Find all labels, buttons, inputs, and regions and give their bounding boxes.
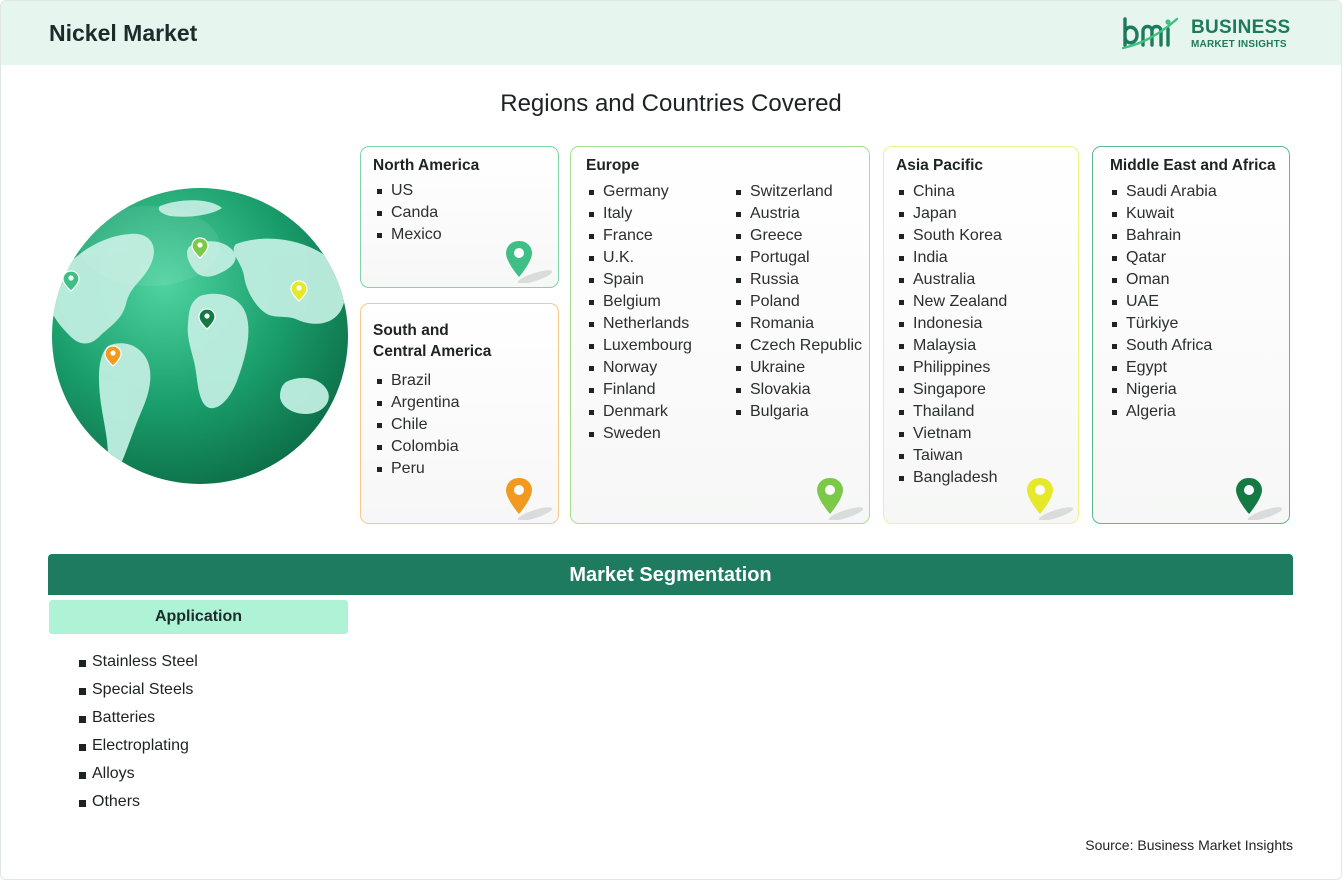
- segmentation-header: Market Segmentation: [48, 554, 1293, 595]
- country-item: Bangladesh: [897, 467, 1007, 489]
- country-item: Japan: [897, 203, 1007, 225]
- application-list: Stainless Steel Special Steels Batteries…: [78, 648, 198, 816]
- region-card-south-central-america: South and Central America Brazil Argenti…: [360, 303, 559, 524]
- country-item: Czech Republic: [734, 335, 862, 357]
- country-item: Saudi Arabia: [1110, 181, 1217, 203]
- page-title: Nickel Market: [49, 20, 198, 46]
- country-item: Italy: [587, 203, 692, 225]
- country-item: Colombia: [375, 436, 460, 458]
- country-item: Oman: [1110, 269, 1217, 291]
- country-item: Qatar: [1110, 247, 1217, 269]
- country-item: Austria: [734, 203, 862, 225]
- country-item: Switzerland: [734, 181, 862, 203]
- list-item: Special Steels: [78, 676, 198, 704]
- country-list: Brazil Argentina Chile Colombia Peru: [375, 370, 460, 480]
- region-title: Middle East and Africa: [1110, 157, 1276, 174]
- region-card-asia-pacific: Asia Pacific China Japan South Korea Ind…: [883, 146, 1079, 524]
- source-note: Source: Business Market Insights: [1085, 837, 1293, 853]
- country-item: US: [375, 180, 442, 202]
- country-item: Philippines: [897, 357, 1007, 379]
- country-item: Kuwait: [1110, 203, 1217, 225]
- country-item: China: [897, 181, 1007, 203]
- header: Nickel Market BUSINESS MARKET INSIGHTS: [1, 1, 1341, 65]
- map-pin-icon: [506, 478, 553, 520]
- country-list-col2: Switzerland Austria Greece Portugal Russ…: [734, 181, 862, 423]
- country-item: Ukraine: [734, 357, 862, 379]
- country-item: Taiwan: [897, 445, 1007, 467]
- tab-application[interactable]: Application: [49, 600, 348, 634]
- logo-line2: MARKET INSIGHTS: [1191, 39, 1287, 50]
- country-item: Romania: [734, 313, 862, 335]
- country-item: Poland: [734, 291, 862, 313]
- region-title: South and Central America: [373, 320, 491, 362]
- region-title-line2: Central America: [373, 343, 492, 360]
- country-list: US Canda Mexico: [375, 180, 442, 246]
- list-item: Stainless Steel: [78, 648, 198, 676]
- country-item: Bahrain: [1110, 225, 1217, 247]
- section-title: Regions and Countries Covered: [500, 90, 842, 117]
- country-item: Nigeria: [1110, 379, 1217, 401]
- country-item: France: [587, 225, 692, 247]
- region-title: Asia Pacific: [896, 157, 984, 174]
- country-item: India: [897, 247, 1007, 269]
- region-card-north-america: North America US Canda Mexico: [360, 146, 559, 288]
- country-item: U.K.: [587, 247, 692, 269]
- country-item: Slovakia: [734, 379, 862, 401]
- country-item: Argentina: [375, 392, 460, 414]
- country-list-col1: Germany Italy France U.K. Spain Belgium …: [587, 181, 692, 445]
- country-list: Saudi Arabia Kuwait Bahrain Qatar Oman U…: [1110, 181, 1217, 423]
- country-item: Luxembourg: [587, 335, 692, 357]
- country-item: South Korea: [897, 225, 1007, 247]
- bmi-logo-icon: [1121, 17, 1179, 50]
- region-card-europe: Europe Germany Italy France U.K. Spain B…: [570, 146, 870, 524]
- country-item: Russia: [734, 269, 862, 291]
- region-card-middle-east-africa: Middle East and Africa Saudi Arabia Kuwa…: [1092, 146, 1290, 524]
- map-pin-icon: [1027, 478, 1074, 520]
- country-item: Portugal: [734, 247, 862, 269]
- region-title: North America: [373, 157, 480, 174]
- country-item: Spain: [587, 269, 692, 291]
- country-item: South Africa: [1110, 335, 1217, 357]
- segmentation-title: Market Segmentation: [569, 564, 772, 586]
- country-item: Vietnam: [897, 423, 1007, 445]
- country-list: China Japan South Korea India Australia …: [897, 181, 1007, 489]
- country-item: Finland: [587, 379, 692, 401]
- globe-illustration: [50, 186, 350, 486]
- country-item: Mexico: [375, 224, 442, 246]
- country-item: Greece: [734, 225, 862, 247]
- country-item: Indonesia: [897, 313, 1007, 335]
- country-item: Algeria: [1110, 401, 1217, 423]
- tab-application-label: Application: [154, 608, 243, 625]
- country-item: UAE: [1110, 291, 1217, 313]
- country-item: Egypt: [1110, 357, 1217, 379]
- map-pin-icon: [817, 478, 864, 520]
- logo-line1: BUSINESS: [1191, 17, 1291, 38]
- list-item: Electroplating: [78, 732, 198, 760]
- country-item: Germany: [587, 181, 692, 203]
- country-item: Bulgaria: [734, 401, 862, 423]
- region-title-line1: South and: [373, 322, 449, 339]
- country-item: Malaysia: [897, 335, 1007, 357]
- country-item: Chile: [375, 414, 460, 436]
- map-pin-icon: [506, 241, 553, 283]
- list-item: Alloys: [78, 760, 198, 788]
- bmi-logo: BUSINESS MARKET INSIGHTS: [1121, 15, 1299, 55]
- country-item: Singapore: [897, 379, 1007, 401]
- list-item: Batteries: [78, 704, 198, 732]
- country-item: Australia: [897, 269, 1007, 291]
- map-pin-icon: [1236, 478, 1283, 520]
- country-item: Peru: [375, 458, 460, 480]
- region-title: Europe: [586, 157, 640, 174]
- country-item: Sweden: [587, 423, 692, 445]
- country-item: Thailand: [897, 401, 1007, 423]
- country-item: Türkiye: [1110, 313, 1217, 335]
- country-item: Netherlands: [587, 313, 692, 335]
- country-item: Canda: [375, 202, 442, 224]
- country-item: Denmark: [587, 401, 692, 423]
- country-item: Belgium: [587, 291, 692, 313]
- country-item: Brazil: [375, 370, 460, 392]
- country-item: New Zealand: [897, 291, 1007, 313]
- country-item: Norway: [587, 357, 692, 379]
- list-item: Others: [78, 788, 198, 816]
